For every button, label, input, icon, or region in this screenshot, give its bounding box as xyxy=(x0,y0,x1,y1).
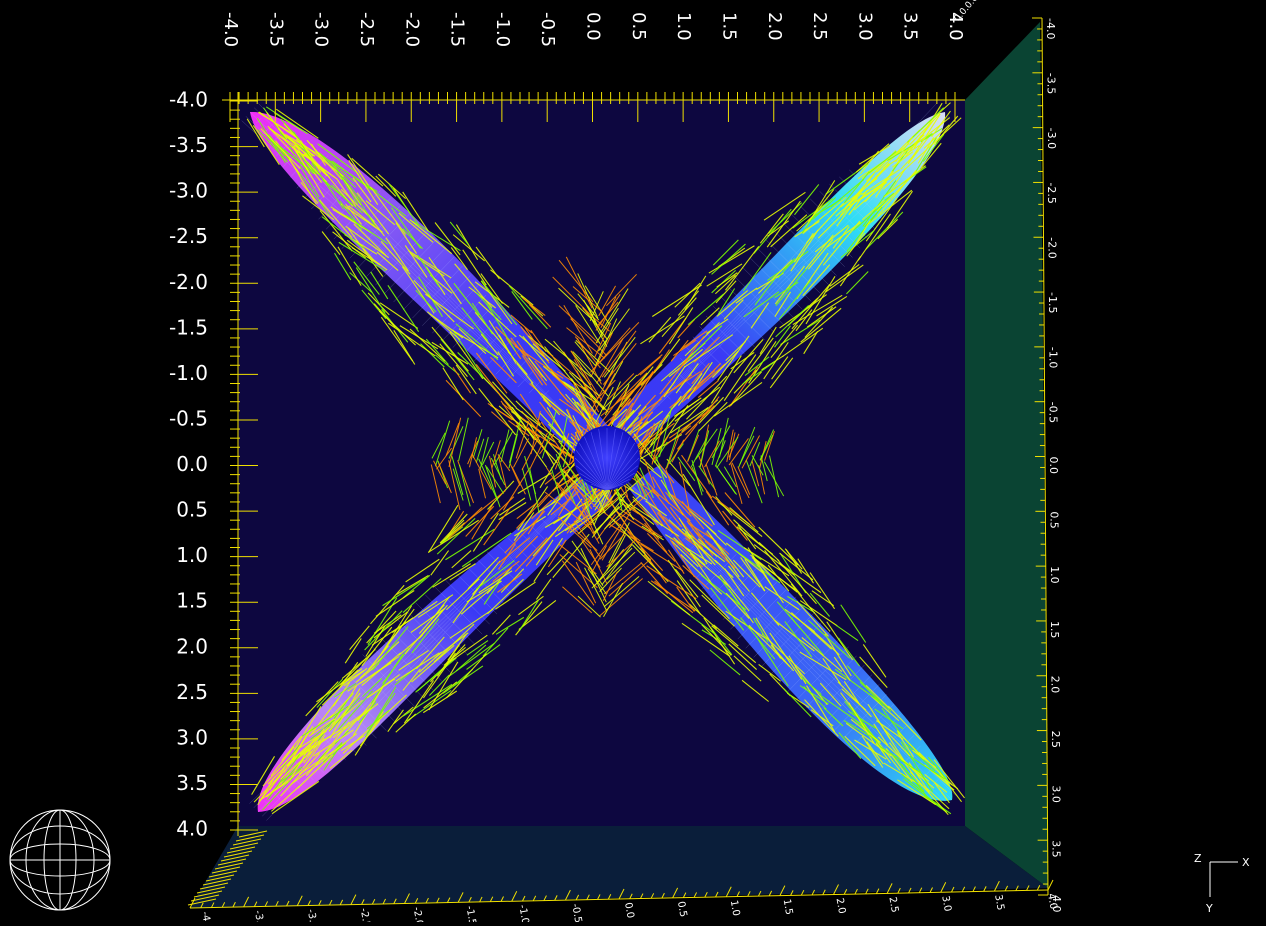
top-axis-tick-label: 2.5 xyxy=(809,12,830,41)
bottom-axis-tick-label: 0.0 xyxy=(622,902,636,920)
right-axis-tick-label: -4.0 xyxy=(1044,18,1057,39)
right-axis-tick-label: -1.5 xyxy=(1046,292,1059,313)
bottom-axis-tick-label: 4.0 xyxy=(1045,893,1059,911)
top-axis-tick-label: 2.0 xyxy=(764,12,785,41)
bottom-axis-tick-label: 1.0 xyxy=(728,899,742,917)
right-axis-tick-label: -1.0 xyxy=(1046,347,1059,368)
bottom-axis-tick-label: -3.0 xyxy=(305,908,319,922)
top-axis-tick-label: -2.0 xyxy=(401,12,422,47)
left-axis-tick-label: -0.5 xyxy=(169,406,208,430)
right-axis-tick-label: -0.5 xyxy=(1047,402,1060,423)
top-axis-tick-label: -3.5 xyxy=(265,12,286,47)
right-axis-tick-label: -3.5 xyxy=(1044,73,1057,94)
right-axis-tick-label: 3.5 xyxy=(1050,840,1063,858)
right-axis-tick-label: 1.5 xyxy=(1048,621,1061,639)
top-axis-tick-label: 1.0 xyxy=(673,12,694,41)
bottom-axis-tick-label: -2.0 xyxy=(411,906,425,922)
left-axis-tick-label: -2.5 xyxy=(169,224,208,248)
bottom-axis-tick-label: 2.0 xyxy=(834,897,848,915)
top-axis-tick-label: -2.5 xyxy=(356,12,377,47)
bottom-axis-tick-label: 1.5 xyxy=(781,898,795,916)
axis-triad-x-label: X xyxy=(1242,856,1250,869)
right-axis-tick-label: -3.0 xyxy=(1045,128,1058,149)
top-axis-tick-label: 3.0 xyxy=(854,12,875,41)
3d-viewport[interactable]: -4.0 -3.5 -3.0 -2.5 -2.0 -1.5 -1.0 -0.5 0.0 0.5 1.… xyxy=(0,0,1266,926)
left-axis-tick-label: 2.5 xyxy=(176,680,208,704)
left-axis-tick-label: 0.5 xyxy=(176,498,208,522)
bottom-axis-tick-label: 0.5 xyxy=(675,900,689,918)
bottom-axis-tick-label: -1.0 xyxy=(516,904,530,922)
right-axis-tick-label: 2.5 xyxy=(1049,731,1062,749)
right-axis-tick-label: 2.0 xyxy=(1049,676,1062,694)
axis-triad-y-label: Y xyxy=(1205,902,1213,915)
top-axis-tick-label: -4.0 xyxy=(220,12,241,47)
left-axis-tick-label: 4.0 xyxy=(176,817,208,841)
floor-wall xyxy=(190,826,1048,908)
bottom-axis-tick-label: 3.0 xyxy=(939,895,953,913)
bottom-axis-tick-label: -0.5 xyxy=(569,903,583,922)
right-axis-tick-label: 1.0 xyxy=(1048,566,1061,584)
left-axis-tick-label: 1.5 xyxy=(176,589,208,613)
left-axis-tick-label: 1.0 xyxy=(176,543,208,567)
right-axis-tick-label: 0.0 xyxy=(1047,457,1060,475)
left-axis-tick-label: -3.5 xyxy=(169,133,208,157)
top-axis-tick-label: -1.0 xyxy=(492,12,513,47)
axis-triad-z-label: Z xyxy=(1194,852,1202,865)
right-axis-tick-label: 0.5 xyxy=(1047,511,1060,529)
right-axis-tick-label: 3.0 xyxy=(1049,785,1062,803)
left-axis-tick-label: -3.0 xyxy=(169,179,208,203)
top-axis-tick-label: -0.5 xyxy=(537,12,558,47)
left-axis-tick-label: -4.0 xyxy=(169,88,208,112)
bottom-axis-tick-label: -1.5 xyxy=(463,905,477,922)
left-axis-tick-label: -2.0 xyxy=(169,270,208,294)
top-axis-tick-label: 3.5 xyxy=(900,12,921,41)
right-axis-tick-label: -2.0 xyxy=(1046,237,1059,258)
bottom-axis-tick-label: -2.5 xyxy=(358,907,372,922)
bottom-axis-tick-label: -3.5 xyxy=(252,909,266,922)
wireframe-sphere-icon[interactable] xyxy=(9,809,111,911)
left-axis-tick-label: 0.0 xyxy=(176,452,208,476)
top-axis-tick-label: 1.5 xyxy=(718,12,739,41)
scene-canvas[interactable]: -4.0 -3.5 -3.0 -2.5 -2.0 -1.5 -1.0 -0.5 0.0 0.5 1.… xyxy=(0,0,1266,926)
xyz-axes-icon: X Y Z xyxy=(1194,852,1250,915)
top-axis-tick-label: 0.5 xyxy=(628,12,649,41)
bottom-axis-tick-label: -4.0 xyxy=(199,911,213,922)
bottom-axis-tick xyxy=(1047,879,1054,891)
side-wall xyxy=(965,22,1048,888)
left-axis-tick-label: 3.5 xyxy=(176,771,208,795)
left-axis-tick-label: 2.0 xyxy=(176,634,208,658)
right-axis-tick-label: -2.5 xyxy=(1045,182,1058,203)
left-axis-tick-label: -1.0 xyxy=(169,361,208,385)
top-axis-tick-label: -1.5 xyxy=(447,12,468,47)
top-axis-tick-label: 0.0 xyxy=(583,12,604,41)
top-axis-tick-label: -3.0 xyxy=(311,12,332,47)
bottom-axis-tick-label: 3.5 xyxy=(992,894,1006,912)
left-axis-tick-label: 3.0 xyxy=(176,725,208,749)
bottom-axis-tick-label: 2.5 xyxy=(886,896,900,914)
left-axis-tick-label: -1.5 xyxy=(169,315,208,339)
